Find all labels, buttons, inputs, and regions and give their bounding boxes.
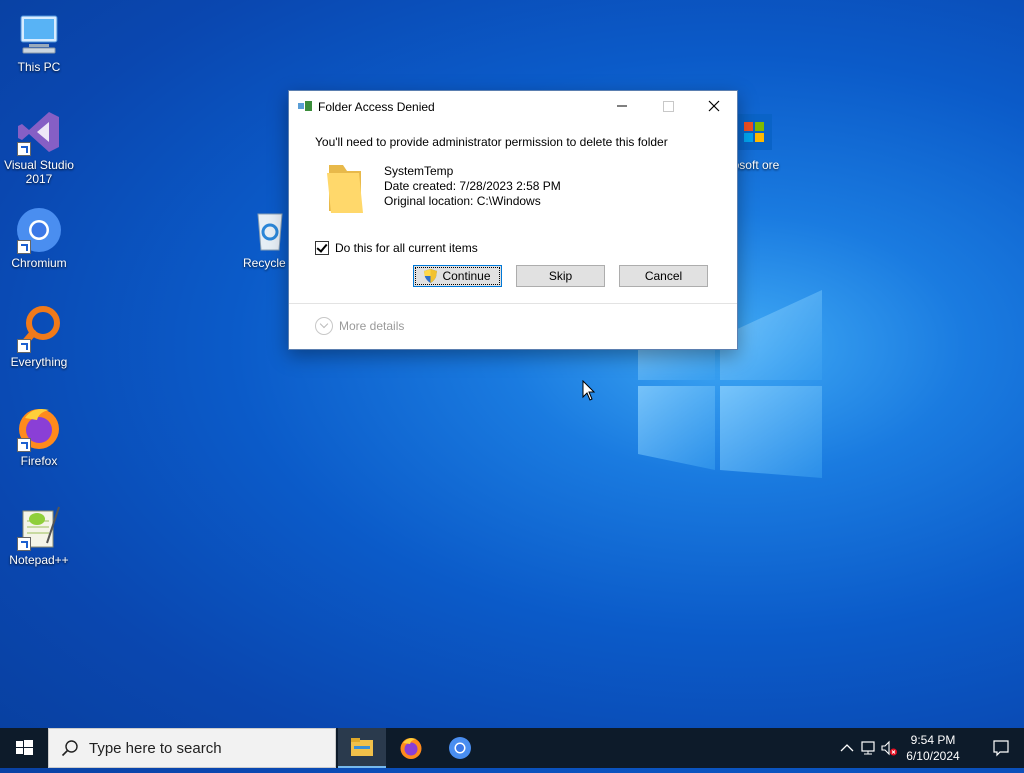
shortcut-arrow-icon: [17, 438, 31, 452]
search-placeholder: Type here to search: [89, 739, 222, 757]
close-button[interactable]: [691, 91, 737, 121]
taskbar: Type here to search 9:54 PM 6/10/2024: [0, 728, 1024, 768]
shortcut-arrow-icon: [17, 240, 31, 254]
chromium-icon: [15, 206, 63, 254]
dialog-divider: [289, 303, 737, 304]
dialog-titlebar[interactable]: Folder Access Denied: [289, 91, 737, 121]
search-icon: [61, 740, 78, 757]
volume-muted-icon[interactable]: [880, 739, 898, 757]
minimize-button[interactable]: [599, 91, 645, 121]
file-explorer-icon: [351, 738, 373, 756]
computer-icon: [15, 10, 63, 58]
desktop-icon-chromium[interactable]: Chromium: [1, 206, 77, 270]
chromium-icon: [449, 737, 471, 759]
folder-date-created: Date created: 7/28/2023 2:58 PM: [384, 179, 561, 193]
notepad-plus-plus-icon: [15, 503, 63, 551]
taskbar-chromium[interactable]: [436, 728, 484, 768]
maximize-button: [645, 91, 691, 121]
desktop-icon-label: Firefox: [20, 454, 58, 468]
desktop-icon-everything[interactable]: Everything: [1, 305, 77, 369]
taskbar-clock[interactable]: 9:54 PM 6/10/2024: [900, 732, 966, 764]
close-icon: [708, 100, 720, 112]
uac-shield-icon: [424, 269, 438, 283]
file-operation-icon: [298, 101, 312, 111]
folder-icon: [327, 165, 363, 213]
system-tray: 9:54 PM 6/10/2024: [824, 728, 1024, 768]
windows-logo-icon: [16, 740, 33, 755]
desktop-icon-label: Notepad++: [9, 553, 69, 567]
folder-original-location: Original location: C:\Windows: [384, 194, 541, 208]
desktop-icon-this-pc[interactable]: This PC: [1, 10, 77, 74]
everything-search-icon: [15, 305, 63, 353]
start-button[interactable]: [0, 728, 48, 768]
shortcut-arrow-icon: [17, 537, 31, 551]
folder-name: SystemTemp: [384, 164, 454, 178]
taskbar-firefox[interactable]: [387, 728, 435, 768]
cancel-button[interactable]: Cancel: [619, 265, 708, 287]
firefox-icon: [15, 404, 63, 452]
maximize-icon: [663, 101, 674, 112]
apply-to-all-checkbox[interactable]: [315, 241, 329, 255]
cancel-label: Cancel: [644, 269, 683, 283]
desktop-icon-label: Everything: [10, 355, 68, 369]
skip-label: Skip: [548, 269, 573, 283]
folder-access-denied-dialog: Folder Access Denied You'll need to prov…: [288, 90, 738, 350]
dialog-message: You'll need to provide administrator per…: [315, 135, 668, 149]
desktop-icon-label: Visual Studio 2017: [4, 158, 74, 186]
desktop-icon-firefox[interactable]: Firefox: [1, 404, 77, 468]
firefox-icon: [400, 738, 422, 759]
dialog-title: Folder Access Denied: [318, 100, 435, 114]
clock-date: 6/10/2024: [906, 749, 960, 763]
visual-studio-icon: [15, 108, 63, 156]
recycle-bin-icon: [246, 206, 294, 254]
mouse-cursor-icon: [582, 380, 596, 401]
more-details-label: More details: [339, 319, 405, 333]
taskbar-file-explorer[interactable]: [338, 728, 386, 768]
shortcut-arrow-icon: [17, 142, 31, 156]
desktop-icon-visual-studio[interactable]: Visual Studio 2017: [1, 108, 77, 186]
network-icon[interactable]: [860, 739, 878, 757]
desktop-icon-notepad-plus-plus[interactable]: Notepad++: [1, 503, 77, 567]
notification-icon: [993, 740, 1009, 757]
apply-to-all-checkbox-row[interactable]: Do this for all current items: [315, 241, 478, 255]
skip-button[interactable]: Skip: [516, 265, 605, 287]
chevron-up-icon[interactable]: [838, 739, 856, 757]
minimize-icon: [617, 105, 627, 107]
desktop-icon-label: Chromium: [11, 256, 67, 270]
action-center-button[interactable]: [978, 728, 1024, 768]
continue-button[interactable]: Continue: [413, 265, 502, 287]
folder-info: SystemTemp Date created: 7/28/2023 2:58 …: [384, 164, 561, 209]
continue-label: Continue: [442, 269, 491, 283]
shortcut-arrow-icon: [17, 339, 31, 353]
taskbar-search-box[interactable]: Type here to search: [48, 728, 336, 768]
clock-time: 9:54 PM: [910, 733, 956, 747]
chevron-down-icon: [315, 317, 333, 335]
more-details-toggle[interactable]: More details: [315, 317, 404, 335]
apply-to-all-label[interactable]: Do this for all current items: [335, 241, 478, 255]
desktop-icon-label: This PC: [17, 60, 61, 74]
